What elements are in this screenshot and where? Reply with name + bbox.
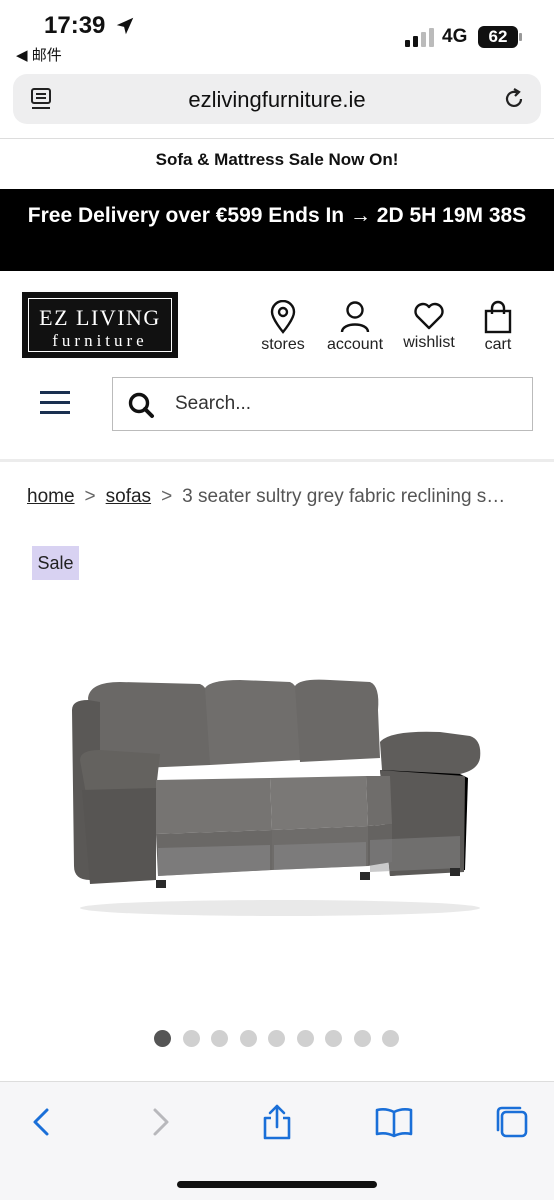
logo-line2: furniture (52, 331, 148, 350)
breadcrumb: home > sofas >3 seater sultry grey fabric r… (27, 486, 537, 508)
home-indicator (177, 1181, 377, 1188)
nav-cart[interactable]: cart (478, 300, 518, 354)
sale-badge: Sale (32, 546, 79, 580)
carousel-dot[interactable] (325, 1030, 342, 1047)
logo-line1: EZ LIVING (39, 305, 161, 330)
nav-wishlist-label: wishlist (403, 334, 455, 351)
hamburger-menu-icon[interactable] (40, 391, 70, 415)
location-pin-icon (270, 300, 296, 334)
breadcrumb-separator: > (84, 486, 96, 507)
carousel-dot[interactable] (183, 1030, 200, 1047)
nav-account[interactable]: account (323, 300, 387, 354)
network-type: 4G (442, 26, 468, 47)
url-text[interactable]: ezlivingfurniture.ie (13, 87, 541, 113)
cellular-signal-icon (405, 28, 434, 47)
nav-cart-label: cart (484, 336, 512, 353)
status-time: 17:39 (44, 12, 106, 39)
carousel-dot[interactable] (154, 1030, 171, 1047)
breadcrumb-sofas[interactable]: sofas (106, 486, 151, 507)
carousel-dot[interactable] (268, 1030, 285, 1047)
bag-icon (484, 300, 512, 334)
share-icon[interactable] (257, 1102, 297, 1142)
nav-account-label: account (326, 336, 384, 353)
carousel-dot[interactable] (211, 1030, 228, 1047)
search-placeholder: Search... (175, 393, 252, 414)
nav-wishlist[interactable]: wishlist (399, 300, 459, 352)
forward-icon[interactable] (140, 1102, 180, 1142)
delivery-banner: Free Delivery over €599 Ends In → 2D 5H … (0, 189, 554, 271)
site-logo[interactable]: EZ LIVING furniture (22, 292, 178, 358)
carousel-dot[interactable] (354, 1030, 371, 1047)
status-bar: 17:39 ◀ 邮件 4G 62 (0, 0, 554, 70)
location-arrow-icon (116, 17, 134, 35)
search-icon[interactable] (127, 391, 155, 419)
back-to-app[interactable]: ◀ 邮件 (16, 44, 62, 65)
back-icon[interactable] (22, 1102, 62, 1142)
promo-text[interactable]: Sofa & Mattress Sale Now On! (0, 150, 554, 170)
search-input[interactable]: Search... (112, 377, 533, 431)
nav-stores[interactable]: stores (256, 300, 310, 354)
carousel-dot[interactable] (382, 1030, 399, 1047)
breadcrumb-home[interactable]: home (27, 486, 75, 507)
breadcrumb-separator: > (161, 486, 173, 507)
battery-cap (519, 33, 522, 41)
carousel-dot[interactable] (297, 1030, 314, 1047)
carousel-dots (154, 1030, 404, 1050)
battery-indicator: 62 (478, 26, 518, 48)
product-image[interactable] (60, 670, 500, 930)
heart-icon (414, 302, 444, 330)
bookmarks-icon[interactable] (374, 1102, 414, 1142)
breadcrumb-current: 3 seater sultry grey fabric reclining s… (182, 486, 506, 507)
logo-frame: EZ LIVING furniture (28, 298, 172, 352)
tabs-icon[interactable] (492, 1102, 532, 1142)
carousel-dot[interactable] (240, 1030, 257, 1047)
reload-icon[interactable] (501, 86, 527, 112)
nav-stores-label: stores (261, 336, 305, 353)
user-icon (340, 301, 370, 333)
divider (0, 459, 554, 462)
address-bar[interactable]: ezlivingfurniture.ie (13, 74, 541, 124)
divider (0, 138, 554, 139)
